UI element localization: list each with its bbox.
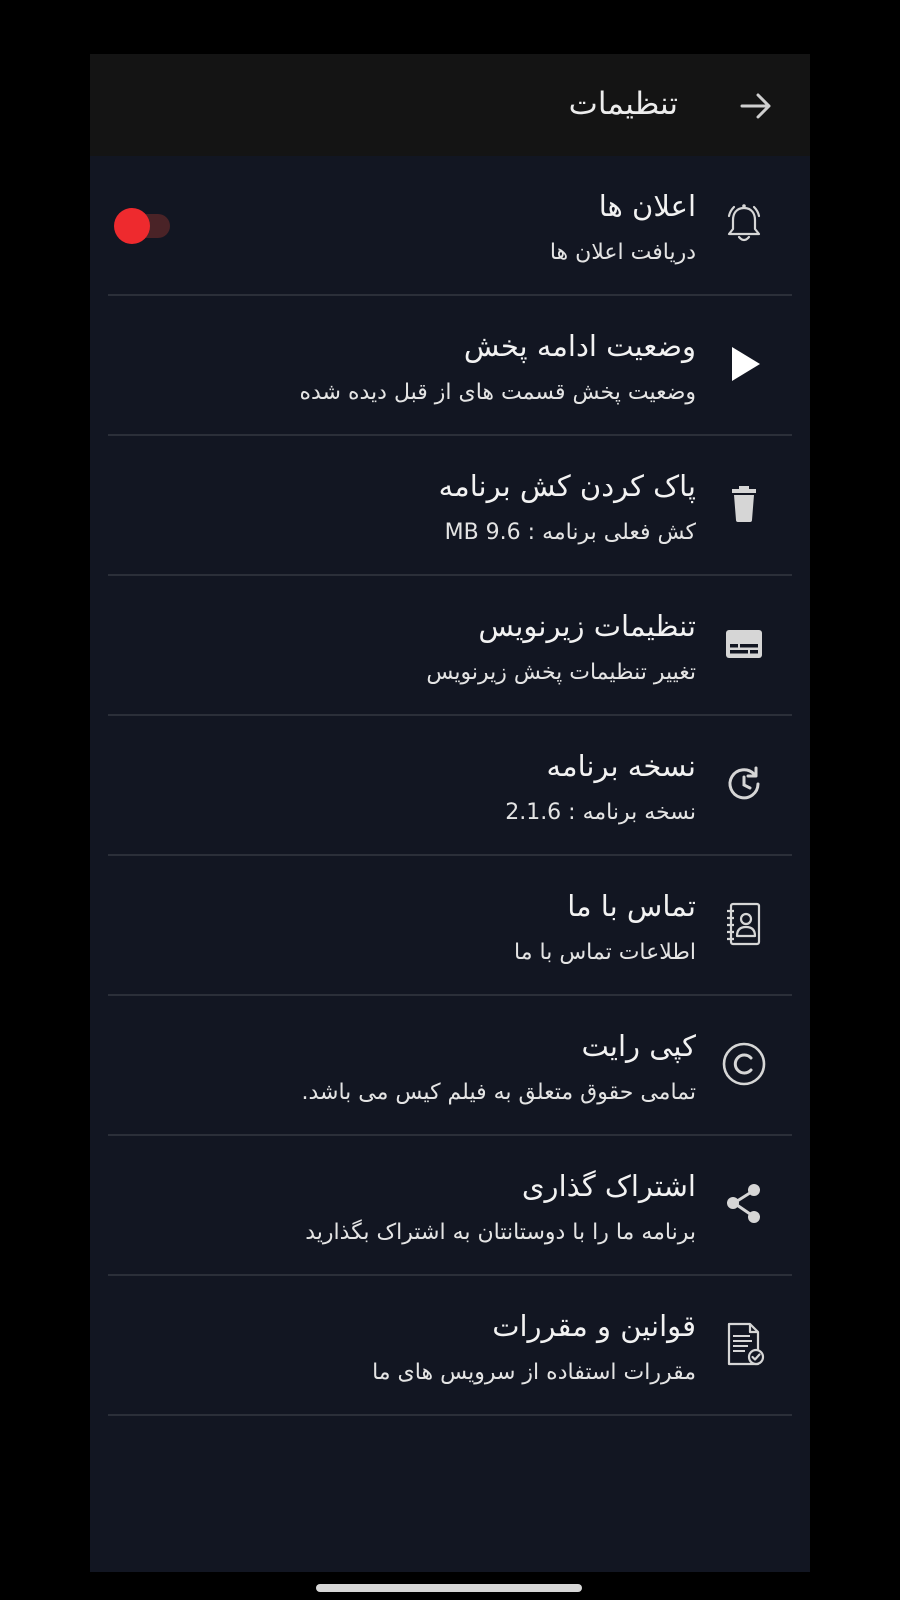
setting-subtitle: وضعیت پخش قسمت های از قبل دیده شده xyxy=(299,380,696,405)
setting-share[interactable]: اشتراک گذاری برنامه ما را با دوستانتان ب… xyxy=(108,1136,792,1276)
setting-title: وضعیت ادامه پخش xyxy=(463,329,696,363)
notifications-toggle[interactable] xyxy=(114,208,174,244)
setting-app-version[interactable]: نسخه برنامه نسخه برنامه : 2.1.6 xyxy=(108,716,792,856)
setting-copyright[interactable]: کپی رایت تمامی حقوق متعلق به فیلم کیس می… xyxy=(108,996,792,1136)
setting-subtitle: برنامه ما را با دوستانتان به اشتراک بگذا… xyxy=(305,1220,696,1245)
setting-title: تماس با ما xyxy=(567,889,696,923)
setting-notifications[interactable]: اعلان ها دریافت اعلان ها xyxy=(108,156,792,296)
setting-title: نسخه برنامه xyxy=(546,749,697,783)
setting-resume-playback[interactable]: وضعیت ادامه پخش وضعیت پخش قسمت های از قب… xyxy=(108,296,792,436)
setting-subtitles[interactable]: تنظیمات زیرنویس تغییر تنظیمات پخش زیرنوی… xyxy=(108,576,792,716)
bell-icon xyxy=(727,204,761,242)
setting-subtitle: اطلاعات تماس با ما xyxy=(514,940,696,965)
setting-subtitle: نسخه برنامه : 2.1.6 xyxy=(505,800,696,825)
setting-subtitle: مقررات استفاده از سرویس های ما xyxy=(372,1360,696,1385)
contact-book-icon xyxy=(727,902,761,946)
setting-title: کپی رایت xyxy=(581,1029,696,1063)
play-icon xyxy=(732,347,760,381)
home-indicator[interactable] xyxy=(316,1584,582,1592)
setting-subtitle: تغییر تنظیمات پخش زیرنویس xyxy=(426,660,696,685)
setting-contact-us[interactable]: تماس با ما اطلاعات تماس با ما xyxy=(108,856,792,996)
setting-subtitle: دریافت اعلان ها xyxy=(549,240,696,265)
toggle-thumb xyxy=(114,208,150,244)
settings-screen: تنظیمات اعلان ها دریافت اعلان ها وضعیت ا… xyxy=(90,54,810,1572)
back-button[interactable] xyxy=(736,86,776,126)
setting-title: قوانین و مقررات xyxy=(492,1309,696,1343)
copyright-icon xyxy=(722,1042,766,1086)
settings-list: اعلان ها دریافت اعلان ها وضعیت ادامه پخش… xyxy=(108,156,792,1416)
setting-subtitle: کش فعلی برنامه : MB 9.6 xyxy=(444,520,696,545)
trash-icon xyxy=(732,486,756,522)
arrow-right-icon xyxy=(740,93,771,119)
setting-subtitle: تمامی حقوق متعلق به فیلم کیس می باشد. xyxy=(301,1080,696,1105)
setting-title: پاک کردن کش برنامه xyxy=(438,469,696,503)
setting-terms[interactable]: قوانین و مقررات مقررات استفاده از سرویس … xyxy=(108,1276,792,1416)
update-icon xyxy=(728,766,760,800)
setting-title: اشتراک گذاری xyxy=(521,1169,696,1203)
setting-clear-cache[interactable]: پاک کردن کش برنامه کش فعلی برنامه : MB 9… xyxy=(108,436,792,576)
setting-title: تنظیمات زیرنویس xyxy=(478,609,696,643)
document-check-icon xyxy=(727,1322,765,1366)
subtitles-icon xyxy=(726,630,762,658)
app-bar: تنظیمات xyxy=(90,54,810,156)
page-title: تنظیمات xyxy=(568,86,678,122)
share-icon xyxy=(727,1184,760,1223)
setting-title: اعلان ها xyxy=(598,189,696,223)
